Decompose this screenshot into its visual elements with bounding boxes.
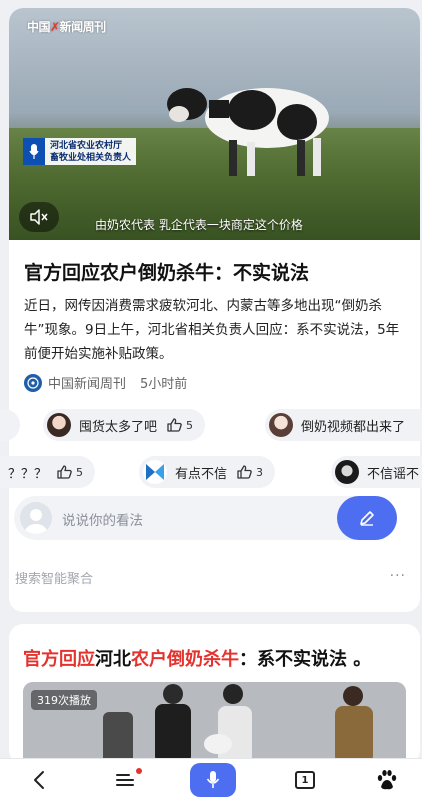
comment-chip[interactable]: ？？？ 5 xyxy=(0,456,96,488)
like-count: 5 xyxy=(76,465,84,479)
avatar xyxy=(335,460,359,484)
speaker-muted-icon xyxy=(30,209,48,225)
thumbs-up-icon xyxy=(167,418,182,432)
article-source[interactable]: 中国新闻周刊 5小时前 xyxy=(24,373,187,392)
comment-chip-text: 倒奶视频都出来了 xyxy=(301,419,406,435)
channel-logo: 中国✗新闻周刊 xyxy=(27,20,106,34)
write-comment-button[interactable] xyxy=(337,496,397,540)
tabs-button[interactable]: 1 xyxy=(290,759,320,800)
user-avatar xyxy=(20,502,52,534)
article-title[interactable]: 官方回应农户倒奶杀牛：不实说法 xyxy=(24,258,309,285)
like-button[interactable]: 5 xyxy=(167,418,193,432)
avatar xyxy=(47,413,71,437)
comment-chip-text: ？？？ xyxy=(8,466,48,482)
mute-button[interactable] xyxy=(19,202,59,232)
comment-chip[interactable]: 不信谣不 xyxy=(331,456,422,488)
like-button[interactable]: 5 xyxy=(57,465,83,479)
play-count-badge: 319次播放 xyxy=(31,690,97,710)
back-button[interactable] xyxy=(24,759,54,800)
avatar xyxy=(269,413,293,437)
publish-time: 5小时前 xyxy=(140,377,188,392)
menu-button[interactable] xyxy=(110,759,142,800)
thumbs-up-icon xyxy=(57,465,72,479)
related-title[interactable]: 官方回应河北农户倒奶杀牛：系不实说法 。 xyxy=(23,645,371,671)
comment-chip-text: 有点不信 xyxy=(175,466,228,482)
comment-chip[interactable]: 倒奶视频都出来了 xyxy=(265,409,422,441)
comment-chip-text: 囤货太多了吧 xyxy=(79,419,158,435)
lower-third-caption: 河北省农业农村厅 畜牧业处相关负责人 xyxy=(23,138,137,165)
cow-image xyxy=(167,88,329,176)
video-player[interactable]: 中国✗新闻周刊 河北省农业农村厅 畜牧业处相关负责人 由奶农代表 乳企代表一块商… xyxy=(9,8,420,240)
more-options-button[interactable]: ··· xyxy=(390,568,406,584)
lower-third-line-1: 河北省农业农村厅 xyxy=(50,140,123,151)
bottom-navigation: 1 xyxy=(0,758,422,800)
comment-chip[interactable]: 囤货太多了吧 5 xyxy=(43,409,206,441)
baidu-home-button[interactable] xyxy=(372,759,402,800)
baidu-paw-icon xyxy=(377,770,397,790)
source-logo-icon xyxy=(24,373,42,392)
tabs-icon: 1 xyxy=(295,771,315,789)
microphone-icon xyxy=(206,771,220,788)
like-count: 3 xyxy=(256,465,264,479)
article-description: 近日，网传因消费需求疲软河北、内蒙古等多地出现“倒奶杀牛”现象。9日上午，河北省… xyxy=(24,298,400,362)
avatar xyxy=(143,460,167,484)
comment-input[interactable]: 说说你的看法 xyxy=(62,509,143,529)
like-count: 5 xyxy=(186,418,194,432)
thumbs-up-icon xyxy=(237,465,252,479)
related-video-thumbnail[interactable]: 319次播放 xyxy=(23,682,406,764)
comment-input-bar[interactable]: 说说你的看法 xyxy=(14,496,397,540)
lower-third-line-2: 畜牧业处相关负责人 xyxy=(50,152,132,163)
like-button[interactable]: 3 xyxy=(237,465,263,479)
menu-icon xyxy=(116,774,134,786)
notification-dot xyxy=(136,768,142,774)
aggregation-label: 搜索智能聚合 xyxy=(15,572,94,587)
source-name: 中国新闻周刊 xyxy=(48,377,127,392)
pencil-icon xyxy=(360,511,374,526)
back-icon xyxy=(34,771,44,789)
comment-chip-text: 不信谣不 xyxy=(367,466,420,482)
microphone-icon xyxy=(23,138,45,165)
comment-chip[interactable]: 有点不信 3 xyxy=(139,456,276,488)
video-subtitle: 由奶农代表 乳企代表一块商定这个价格 xyxy=(95,218,303,232)
voice-search-button[interactable] xyxy=(188,759,238,800)
related-news-card[interactable]: 官方回应河北农户倒奶杀牛：系不实说法 。 319次播放 xyxy=(9,624,420,764)
